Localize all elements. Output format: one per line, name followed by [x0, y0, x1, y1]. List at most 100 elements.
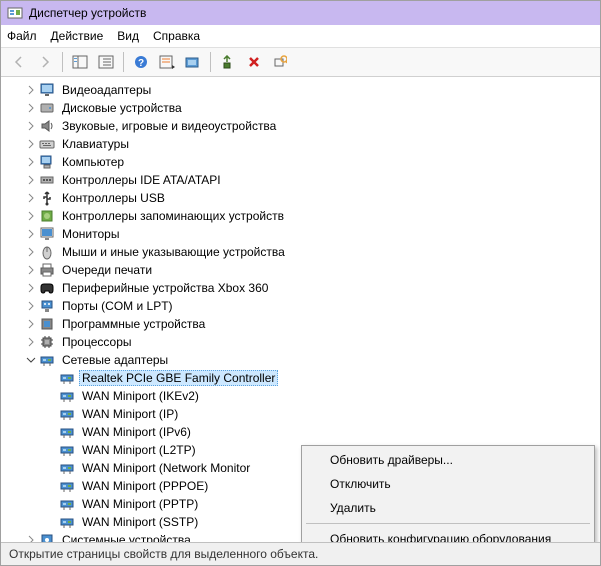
network-icon [59, 388, 75, 404]
monitor-icon [39, 226, 55, 242]
printer-icon [39, 262, 55, 278]
device-label: WAN Miniport (PPPOE) [79, 478, 211, 494]
tree-category[interactable]: Очереди печати [1, 261, 600, 279]
titlebar[interactable]: Диспетчер устройств [1, 1, 600, 25]
chevron-right-icon[interactable] [25, 84, 37, 96]
action-button[interactable] [155, 50, 179, 74]
network-icon [59, 406, 75, 422]
chevron-right-icon[interactable] [25, 102, 37, 114]
system-icon [39, 532, 55, 542]
chevron-right-icon[interactable] [25, 246, 37, 258]
display-icon [39, 82, 55, 98]
software-icon [39, 316, 55, 332]
tree-device[interactable]: WAN Miniport (IPv6) [1, 423, 600, 441]
context-menu-item[interactable]: Обновить конфигурацию оборудования [304, 527, 592, 542]
update-driver-button[interactable] [216, 50, 240, 74]
context-menu-item[interactable]: Обновить драйверы... [304, 448, 592, 472]
tree-category[interactable]: Звуковые, игровые и видеоустройства [1, 117, 600, 135]
category-label: Очереди печати [59, 262, 155, 278]
tree-category[interactable]: Компьютер [1, 153, 600, 171]
xbox-icon [39, 280, 55, 296]
chevron-right-icon[interactable] [25, 228, 37, 240]
tree-category[interactable]: Программные устройства [1, 315, 600, 333]
menu-file[interactable]: Файл [7, 29, 37, 43]
network-icon [59, 496, 75, 512]
chevron-right-icon[interactable] [25, 534, 37, 542]
network-icon [59, 442, 75, 458]
back-button [7, 50, 31, 74]
tree-category[interactable]: Порты (COM и LPT) [1, 297, 600, 315]
device-label: WAN Miniport (L2TP) [79, 442, 199, 458]
tree-category[interactable]: Периферийные устройства Xbox 360 [1, 279, 600, 297]
category-label: Контроллеры запоминающих устройств [59, 208, 287, 224]
menu-action[interactable]: Действие [51, 29, 104, 43]
mouse-icon [39, 244, 55, 260]
tree-device[interactable]: WAN Miniport (IP) [1, 405, 600, 423]
details-button[interactable] [94, 50, 118, 74]
tree-category[interactable]: Контроллеры запоминающих устройств [1, 207, 600, 225]
keyboard-icon [39, 136, 55, 152]
category-label: Видеоадаптеры [59, 82, 154, 98]
category-label: Мониторы [59, 226, 122, 242]
tree-device[interactable]: Realtek PCIe GBE Family Controller [1, 369, 600, 387]
network-icon [59, 478, 75, 494]
tree-category[interactable]: Мыши и иные указывающие устройства [1, 243, 600, 261]
category-label: Порты (COM и LPT) [59, 298, 176, 314]
device-label: WAN Miniport (SSTP) [79, 514, 201, 530]
device-label: WAN Miniport (PPTP) [79, 496, 201, 512]
tree-category[interactable]: Мониторы [1, 225, 600, 243]
context-menu-item[interactable]: Отключить [304, 472, 592, 496]
chevron-right-icon[interactable] [25, 318, 37, 330]
svg-text:?: ? [138, 58, 144, 69]
chevron-right-icon[interactable] [25, 156, 37, 168]
chevron-right-icon[interactable] [25, 282, 37, 294]
category-label: Системные устройства [59, 532, 194, 542]
category-label: Программные устройства [59, 316, 208, 332]
category-label: Звуковые, игровые и видеоустройства [59, 118, 279, 134]
tree-category[interactable]: Дисковые устройства [1, 99, 600, 117]
show-hide-button[interactable] [68, 50, 92, 74]
chevron-right-icon[interactable] [25, 336, 37, 348]
category-label: Процессоры [59, 334, 135, 350]
category-label: Периферийные устройства Xbox 360 [59, 280, 271, 296]
forward-button [33, 50, 57, 74]
scan-hardware-button[interactable] [268, 50, 292, 74]
chevron-right-icon[interactable] [25, 120, 37, 132]
chevron-right-icon[interactable] [25, 138, 37, 150]
toolbar-separator [62, 52, 63, 72]
help-button[interactable]: ? [129, 50, 153, 74]
network-icon [39, 352, 55, 368]
chevron-right-icon[interactable] [25, 300, 37, 312]
tree-device[interactable]: WAN Miniport (IKEv2) [1, 387, 600, 405]
chevron-right-icon[interactable] [25, 210, 37, 222]
category-label: Контроллеры IDE ATA/ATAPI [59, 172, 224, 188]
tree-category[interactable]: Контроллеры USB [1, 189, 600, 207]
chevron-right-icon[interactable] [25, 192, 37, 204]
audio-icon [39, 118, 55, 134]
category-label: Мыши и иные указывающие устройства [59, 244, 288, 260]
chevron-right-icon[interactable] [25, 264, 37, 276]
menu-separator [306, 523, 590, 524]
device-tree[interactable]: ВидеоадаптерыДисковые устройстваЗвуковые… [1, 77, 600, 542]
menu-view[interactable]: Вид [117, 29, 139, 43]
toolbar-separator [210, 52, 211, 72]
storage-icon [39, 208, 55, 224]
tree-category[interactable]: Клавиатуры [1, 135, 600, 153]
tree-category[interactable]: Сетевые адаптеры [1, 351, 600, 369]
tree-category[interactable]: Контроллеры IDE ATA/ATAPI [1, 171, 600, 189]
device-label: WAN Miniport (Network Monitor [79, 460, 253, 476]
tree-category[interactable]: Видеоадаптеры [1, 81, 600, 99]
menubar: Файл Действие Вид Справка [1, 25, 600, 48]
scan-button[interactable] [181, 50, 205, 74]
chevron-right-icon[interactable] [25, 174, 37, 186]
device-label: WAN Miniport (IPv6) [79, 424, 194, 440]
context-menu: Обновить драйверы...ОтключитьУдалить Обно… [301, 445, 595, 542]
status-text: Открытие страницы свойств для выделенног… [9, 547, 318, 561]
tree-category[interactable]: Процессоры [1, 333, 600, 351]
context-menu-item[interactable]: Удалить [304, 496, 592, 520]
cpu-icon [39, 334, 55, 350]
category-label: Контроллеры USB [59, 190, 168, 206]
chevron-down-icon[interactable] [25, 354, 37, 366]
menu-help[interactable]: Справка [153, 29, 200, 43]
uninstall-button[interactable] [242, 50, 266, 74]
